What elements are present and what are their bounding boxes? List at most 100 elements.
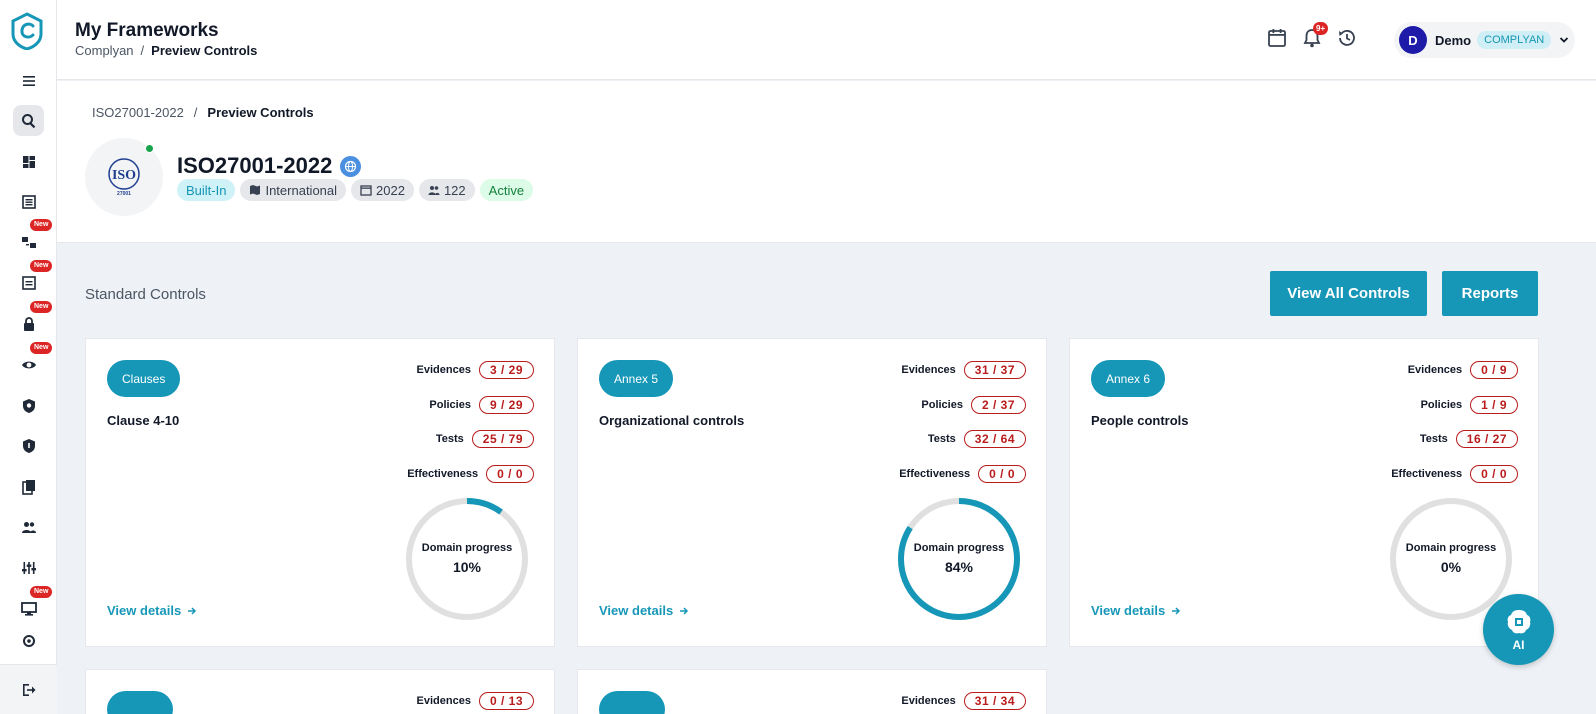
new-badge: New [30, 260, 53, 272]
control-card: Evidences 31 / 34 [577, 669, 1047, 714]
sidebar-item-shield[interactable] [13, 430, 44, 461]
progress-label: Domain progress [1405, 542, 1497, 554]
app-logo[interactable] [10, 12, 44, 50]
view-all-controls-button[interactable]: View All Controls [1270, 271, 1427, 316]
year-tag: 2022 [351, 179, 414, 201]
sidebar-item-eye[interactable]: New [13, 342, 53, 380]
top-header: My Frameworks Complyan / Preview Controls … [57, 0, 1596, 80]
domain-chip: Clauses [107, 360, 181, 397]
target-icon [22, 635, 35, 647]
sidebar-item-partial[interactable] [13, 633, 44, 647]
framework-title: ISO27001-2022 [177, 153, 362, 179]
stat-tests: Tests 16 / 27 [1420, 430, 1518, 448]
calendar-button[interactable] [1266, 27, 1288, 49]
framework-name: ISO27001-2022 [177, 153, 333, 178]
new-badge: New [30, 219, 53, 231]
stat-label: Effectiveness [407, 468, 479, 480]
user-menu[interactable]: D Demo COMPLYAN [1394, 22, 1575, 58]
new-badge: New [30, 586, 53, 598]
section-title: Standard Controls [85, 286, 206, 303]
stat-label: Evidences [1407, 364, 1463, 376]
notifications-button[interactable]: 9+ [1301, 22, 1329, 49]
stat-label: Tests [435, 433, 464, 445]
year-label: 2022 [376, 182, 405, 198]
calendar-icon [1268, 29, 1286, 47]
logout-icon [22, 683, 35, 696]
logout-button[interactable] [0, 664, 57, 714]
stat-value: 0 / 0 [978, 465, 1026, 483]
stat-value: 1 / 9 [1470, 396, 1518, 414]
stat-label: Tests [927, 433, 956, 445]
breadcrumb: Complyan / Preview Controls [75, 43, 258, 58]
stat-label: Tests [1419, 433, 1448, 445]
breadcrumb-link[interactable]: ISO27001-2022 [92, 105, 184, 120]
framework-header: ISO27001-2022/Preview Controls ISO 27001… [57, 81, 1596, 243]
iso-logo-icon: ISO 27001 [108, 158, 140, 197]
breadcrumb-link[interactable]: Complyan [75, 43, 134, 58]
view-details-link[interactable]: View details [107, 603, 197, 618]
sidebar-item-search[interactable] [13, 105, 44, 136]
stat-label: Policies [921, 399, 963, 411]
stat-label: Evidences [901, 695, 956, 707]
globe-icon [340, 155, 362, 177]
avatar: D [1399, 26, 1427, 54]
shield-icon [22, 438, 35, 453]
sidebar-item-list[interactable] [13, 186, 44, 217]
sidebar-item-sliders[interactable] [13, 552, 44, 583]
stat-label: Evidences [416, 695, 471, 707]
stat-label: Policies [1420, 399, 1463, 411]
stat-value: 25 / 79 [471, 430, 534, 448]
stat-value: 0 / 13 [478, 692, 534, 710]
stat-value: 0 / 0 [486, 465, 534, 483]
sidebar-item-dashboard[interactable] [13, 146, 44, 177]
region-tag: International [240, 179, 347, 201]
sidebar-item-hierarchy[interactable]: New [13, 219, 53, 257]
stat-effectiveness: Effectiveness 0 / 0 [1391, 465, 1518, 483]
framework-breadcrumb: ISO27001-2022/Preview Controls [92, 105, 314, 120]
sidebar-item-monitor[interactable]: New [13, 586, 53, 624]
stat-value: 3 / 29 [478, 361, 534, 379]
reports-button[interactable]: Reports [1442, 271, 1538, 316]
sidebar-item-users[interactable] [13, 511, 44, 542]
stat-label: Evidences [416, 364, 471, 376]
stat-value: 31 / 34 [963, 692, 1026, 710]
progress-value: 0% [1440, 559, 1462, 575]
logo-text: ISO [112, 168, 136, 183]
card-title: Organizational controls [599, 413, 745, 428]
ai-assistant-button[interactable]: AI [1483, 594, 1554, 665]
brain-chip-icon [1507, 610, 1530, 634]
status-badge: Active [479, 179, 534, 201]
stat-value: 0 / 0 [1470, 465, 1518, 483]
arrow-right-icon [680, 606, 689, 615]
stat-value: 2 / 37 [970, 396, 1026, 414]
view-details-link[interactable]: View details [599, 603, 689, 618]
sidebar-item-lock[interactable]: New [13, 301, 53, 339]
sidebar: New New New New New [0, 0, 57, 714]
menu-toggle-button[interactable] [13, 65, 44, 96]
progress-label: Domain progress [421, 542, 513, 554]
document-list-icon [21, 275, 36, 290]
arrow-right-icon [188, 606, 197, 615]
breadcrumb-current: Preview Controls [151, 43, 258, 58]
sidebar-item-documents[interactable] [13, 471, 44, 502]
sidebar-item-document-list[interactable]: New [13, 260, 53, 298]
sidebar-item-shield-search[interactable] [13, 390, 44, 421]
eye-icon [21, 361, 36, 368]
breadcrumb-current: Preview Controls [207, 105, 314, 120]
framework-tags: Built-In International 2022 122 Active [177, 179, 534, 201]
users-icon [428, 186, 440, 195]
stat-policies: Policies 2 / 37 [921, 396, 1026, 414]
stat-evidences: Evidences 0 / 13 [417, 692, 534, 710]
view-details-label: View details [1091, 603, 1166, 618]
documents-icon [21, 479, 35, 495]
domain-chip: Annex 6 [1091, 360, 1166, 397]
history-button[interactable] [1336, 27, 1358, 49]
control-card: Evidences 0 / 13 [85, 669, 555, 714]
region-label: International [265, 182, 338, 198]
card-title: Clause 4-10 [107, 413, 180, 428]
monitor-icon [20, 601, 37, 616]
user-name: Demo [1435, 32, 1472, 48]
view-details-link[interactable]: View details [1091, 603, 1181, 618]
stat-effectiveness: Effectiveness 0 / 0 [407, 465, 534, 483]
sliders-icon [21, 561, 36, 574]
